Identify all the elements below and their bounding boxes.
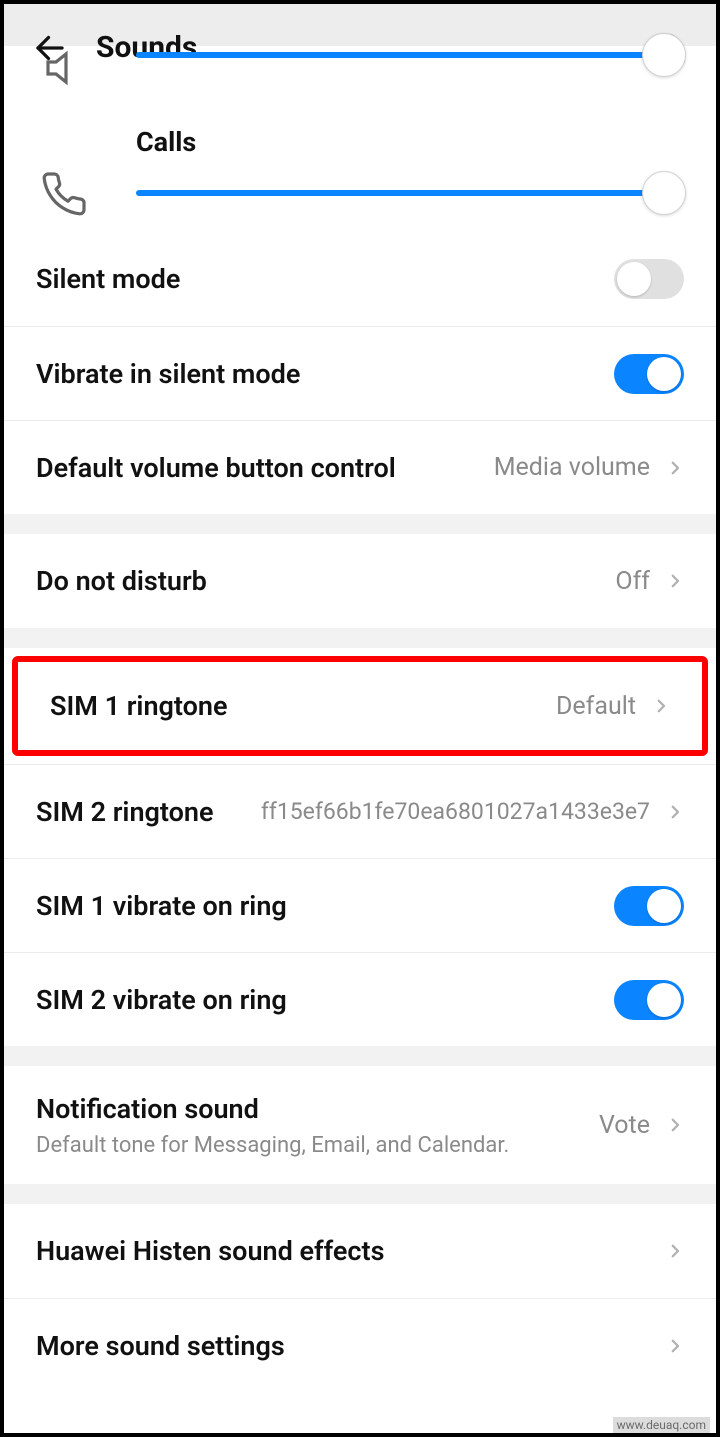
- sim2-ringtone-value: ff15ef66b1fe70ea6801027a1433e3e7: [261, 798, 650, 825]
- section-gap: [4, 628, 716, 648]
- chevron-right-icon: [666, 1332, 684, 1360]
- more-sound-label: More sound settings: [36, 1330, 285, 1362]
- vibrate-silent-row[interactable]: Vibrate in silent mode: [4, 326, 716, 420]
- sim2-vibrate-label: SIM 2 vibrate on ring: [36, 984, 287, 1016]
- calls-label: Calls: [136, 126, 684, 158]
- sim1-ringtone-value: Default: [556, 692, 636, 721]
- histen-label: Huawei Histen sound effects: [36, 1235, 384, 1267]
- notification-sound-subtitle: Default tone for Messaging, Email, and C…: [36, 1133, 509, 1158]
- section-gap: [4, 514, 716, 534]
- histen-row[interactable]: Huawei Histen sound effects: [4, 1204, 716, 1298]
- default-volume-button-value: Media volume: [494, 453, 650, 482]
- chevron-right-icon: [652, 692, 670, 720]
- chevron-right-icon: [666, 454, 684, 482]
- volume-slider[interactable]: [136, 52, 664, 58]
- notification-sound-row[interactable]: Notification sound Default tone for Mess…: [4, 1066, 716, 1184]
- silent-mode-row[interactable]: Silent mode: [4, 232, 716, 326]
- sim1-vibrate-label: SIM 1 vibrate on ring: [36, 890, 287, 922]
- notification-sound-label: Notification sound: [36, 1093, 509, 1125]
- silent-mode-toggle[interactable]: [614, 259, 684, 299]
- phone-icon: [40, 170, 88, 218]
- sim1-ringtone-label: SIM 1 ringtone: [50, 690, 228, 722]
- dnd-value: Off: [615, 567, 650, 596]
- speaker-icon: [40, 44, 88, 92]
- calls-slider[interactable]: [136, 190, 664, 196]
- chevron-right-icon: [666, 1111, 684, 1139]
- sim1-vibrate-toggle[interactable]: [614, 886, 684, 926]
- dnd-label: Do not disturb: [36, 565, 207, 597]
- vibrate-silent-toggle[interactable]: [614, 354, 684, 394]
- notification-sound-value: Vote: [599, 1111, 650, 1140]
- chevron-right-icon: [666, 798, 684, 826]
- silent-mode-label: Silent mode: [36, 263, 180, 295]
- do-not-disturb-row[interactable]: Do not disturb Off: [4, 534, 716, 628]
- sim1-vibrate-row[interactable]: SIM 1 vibrate on ring: [4, 858, 716, 952]
- default-volume-button-label: Default volume button control: [36, 452, 396, 484]
- sim1-ringtone-highlight: SIM 1 ringtone Default: [12, 656, 708, 756]
- section-gap: [4, 1184, 716, 1204]
- sim2-vibrate-toggle[interactable]: [614, 980, 684, 1020]
- phone-icon: [36, 166, 92, 222]
- sim1-ringtone-row[interactable]: SIM 1 ringtone Default: [18, 662, 702, 750]
- more-sound-settings-row[interactable]: More sound settings: [4, 1298, 716, 1392]
- slider-thumb[interactable]: [642, 33, 686, 77]
- calls-volume-row: Calls: [4, 120, 716, 232]
- sim2-vibrate-row[interactable]: SIM 2 vibrate on ring: [4, 952, 716, 1046]
- slider-thumb[interactable]: [642, 171, 686, 215]
- volume-icon: [36, 40, 92, 96]
- chevron-right-icon: [666, 567, 684, 595]
- vibrate-silent-label: Vibrate in silent mode: [36, 358, 300, 390]
- default-volume-button-row[interactable]: Default volume button control Media volu…: [4, 420, 716, 514]
- section-gap: [4, 1046, 716, 1066]
- sim2-ringtone-label: SIM 2 ringtone: [36, 796, 214, 828]
- chevron-right-icon: [666, 1237, 684, 1265]
- sim2-ringtone-row[interactable]: SIM 2 ringtone ff15ef66b1fe70ea6801027a1…: [4, 764, 716, 858]
- watermark: www.deuaq.com: [613, 1417, 710, 1433]
